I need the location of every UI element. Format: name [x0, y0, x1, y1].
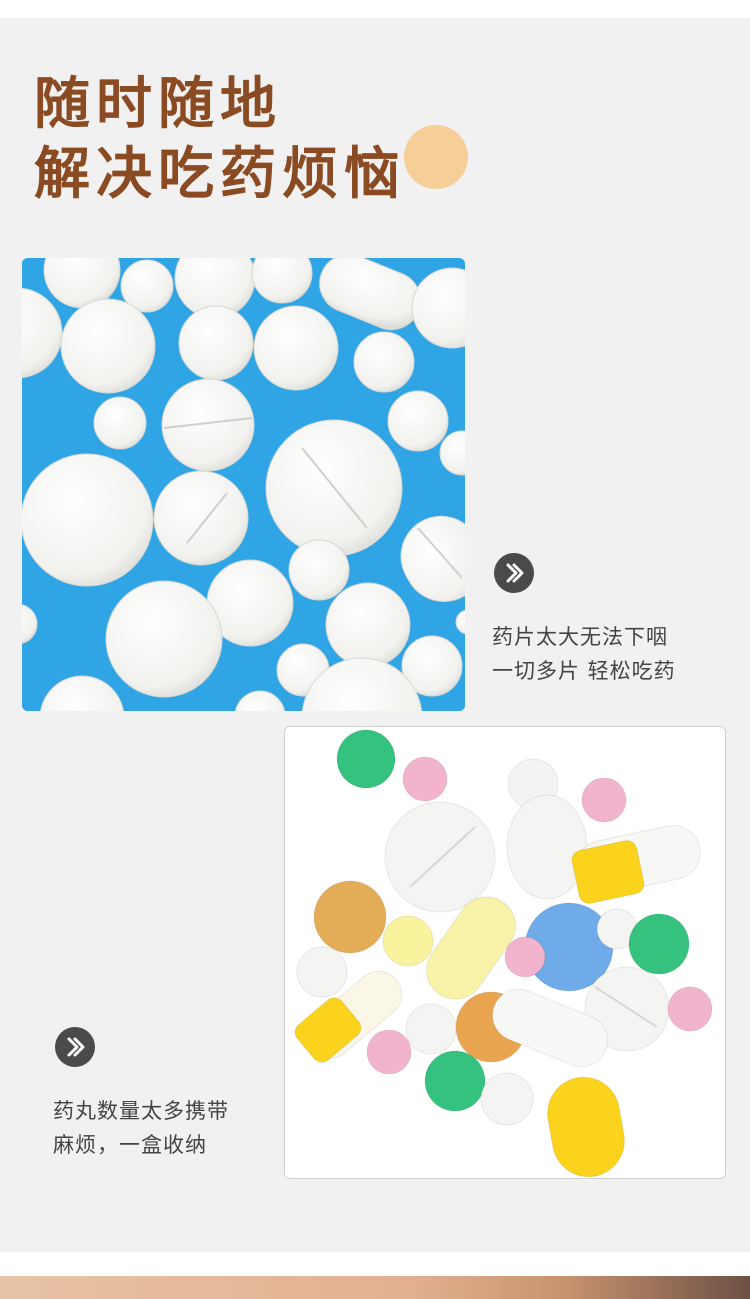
- double-chevron-right-icon: [494, 553, 534, 593]
- feature-1-line-2: 一切多片 轻松吃药: [492, 659, 676, 683]
- page-headline: 随时随地 解决吃药烦恼: [34, 70, 406, 210]
- white-tablets-photo: [22, 258, 465, 711]
- feature-1-caption: 药片太大无法下咽 一切多片 轻松吃药: [492, 620, 676, 688]
- feature-2-line-2: 麻烦，一盒收纳: [53, 1133, 207, 1157]
- next-section-preview: [0, 1276, 750, 1299]
- feature-1-line-1: 药片太大无法下咽: [492, 625, 668, 649]
- headline-line-1: 随时随地: [34, 72, 282, 137]
- double-chevron-right-icon: [55, 1027, 95, 1067]
- feature-2-caption: 药丸数量太多携带 麻烦，一盒收纳: [53, 1094, 229, 1162]
- headline-line-2: 解决吃药烦恼: [34, 142, 406, 207]
- decorative-circle: [404, 125, 468, 189]
- assorted-pills-photo: [284, 726, 726, 1179]
- feature-2-line-1: 药丸数量太多携带: [53, 1099, 229, 1123]
